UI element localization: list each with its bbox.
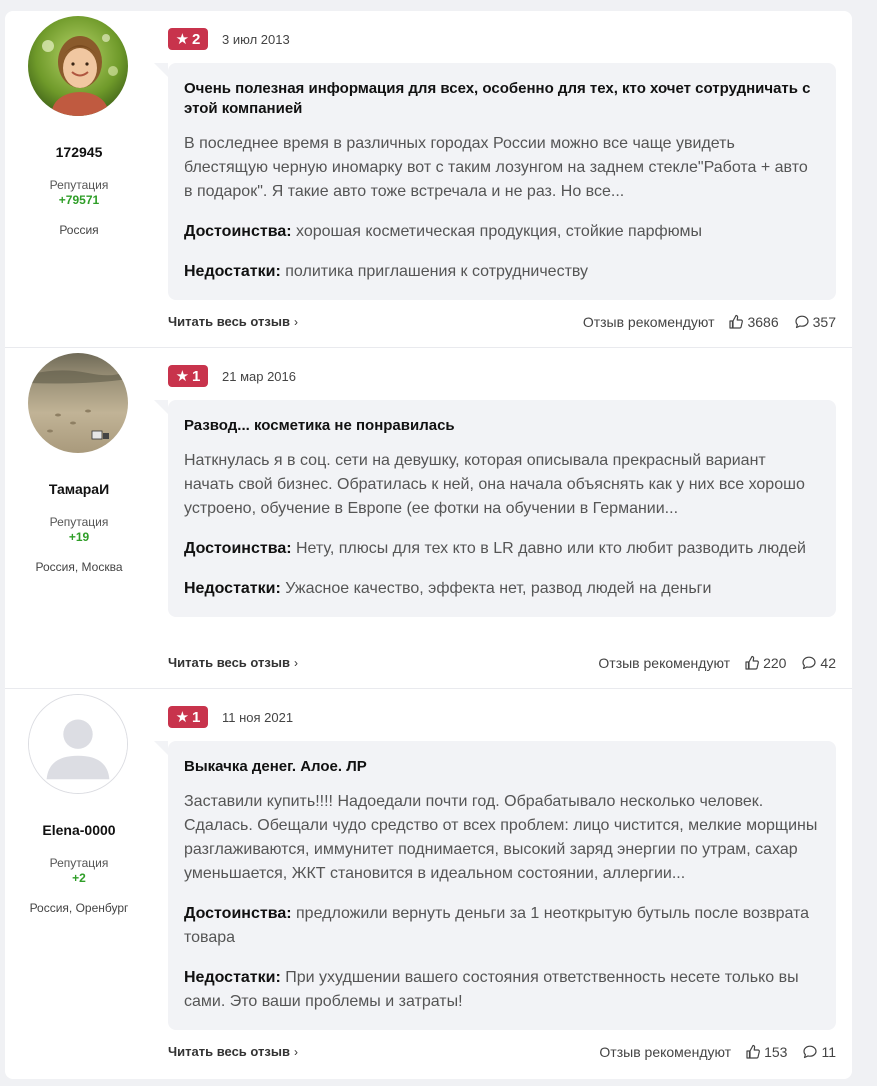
review-title[interactable]: Очень полезная информация для всех, особ… <box>184 79 820 119</box>
review-bubble[interactable]: Выкачка денег. Алое. ЛР Заставили купить… <box>154 741 836 1030</box>
chevron-right-icon: › <box>293 656 298 670</box>
author-avatar[interactable] <box>28 353 128 453</box>
comments-button[interactable]: 42 <box>801 655 836 671</box>
photo-girl-avatar <box>28 16 128 116</box>
reputation-value: +2 <box>72 871 86 885</box>
read-full-review-link[interactable]: Читать весь отзыв › <box>168 1044 298 1059</box>
review-stats: Отзыв рекомендуют 220 42 <box>598 655 836 671</box>
reputation-label: Репутация <box>49 856 109 870</box>
review-date: 3 июл 2013 <box>222 32 290 47</box>
cons-text: политика приглашения к сотрудничеству <box>285 263 589 280</box>
review-text: В последнее время в различных городах Ро… <box>184 135 808 200</box>
reputation-value: +79571 <box>58 193 100 207</box>
pros-text: хорошая косметическая продукция, стойкие… <box>296 223 702 240</box>
cons-label: Недостатки: <box>184 263 281 280</box>
likes-count: 3686 <box>747 314 779 330</box>
review-text: Заставили купить!!!! Надоедали почти год… <box>184 793 818 882</box>
recommend-label: Отзыв рекомендуют <box>599 1044 732 1060</box>
thumbs-up-icon <box>746 1044 761 1059</box>
read-full-review-link[interactable]: Читать весь отзыв › <box>168 655 298 670</box>
author-name[interactable]: 172945 <box>5 144 153 160</box>
review-cons: Недостатки: При ухудшении вашего состоян… <box>184 966 820 1014</box>
cons-label: Недостатки: <box>184 969 281 986</box>
comments-button[interactable]: 11 <box>802 1044 836 1060</box>
read-more-label: Читать весь отзыв <box>168 1044 290 1059</box>
photo-sand-avatar <box>28 353 128 453</box>
review-cons: Недостатки: Ужасное качество, эффекта не… <box>184 577 820 601</box>
review-title[interactable]: Развод... косметика не понравилась <box>184 416 820 436</box>
star-icon: ★ <box>175 708 190 726</box>
cons-text: Ужасное качество, эффекта нет, развод лю… <box>285 580 712 597</box>
pros-label: Достоинства: <box>184 905 292 922</box>
read-more-label: Читать весь отзыв <box>168 655 290 670</box>
author-location: Россия, Москва <box>35 560 123 574</box>
review-title[interactable]: Выкачка денег. Алое. ЛР <box>184 757 820 777</box>
star-icon: ★ <box>175 367 190 385</box>
review-stats: Отзыв рекомендуют 153 11 <box>599 1044 836 1060</box>
review-date: 11 ноя 2021 <box>222 710 294 725</box>
author-name[interactable]: Elena-0000 <box>5 822 153 838</box>
rating-badge: ★ 2 <box>168 28 208 50</box>
review-stats: Отзыв рекомендуют 3686 357 <box>583 314 836 330</box>
review-footer: Читать весь отзыв › Отзыв рекомендуют 220… <box>168 655 836 675</box>
chevron-right-icon: › <box>293 1045 298 1059</box>
like-button[interactable]: 153 <box>745 1044 787 1060</box>
pros-text: Нету, плюсы для тех кто в LR давно или к… <box>296 540 806 557</box>
review-card: Elena-0000 Репутация +2 Россия, Оренбург… <box>5 689 852 1079</box>
rating-badge: ★ 1 <box>168 365 208 387</box>
review-footer: Читать весь отзыв › Отзыв рекомендуют 368… <box>168 314 836 334</box>
default-user-avatar <box>29 695 127 793</box>
pros-label: Достоинства: <box>184 223 292 240</box>
read-more-label: Читать весь отзыв <box>168 314 290 329</box>
reviews-feed: 172945 Репутация +79571 Россия ★ 2 3 июл… <box>5 11 852 1079</box>
review-pros: Достоинства: предложили вернуть деньги з… <box>184 902 820 950</box>
chevron-right-icon: › <box>293 315 298 329</box>
reputation-label: Репутация <box>49 515 109 529</box>
author-name[interactable]: ТамараИ <box>5 481 153 497</box>
author-avatar[interactable] <box>28 694 128 794</box>
comments-count: 11 <box>821 1044 836 1060</box>
star-icon: ★ <box>175 30 190 48</box>
like-button[interactable]: 220 <box>744 655 786 671</box>
comments-count: 42 <box>820 655 836 671</box>
author-location: Россия, Оренбург <box>29 901 129 915</box>
review-card: 172945 Репутация +79571 Россия ★ 2 3 июл… <box>5 11 852 347</box>
pros-label: Достоинства: <box>184 540 292 557</box>
likes-count: 153 <box>764 1044 788 1060</box>
review-bubble[interactable]: Развод... косметика не понравилась Наткн… <box>154 400 836 617</box>
recommend-label: Отзыв рекомендуют <box>582 314 715 330</box>
likes-count: 220 <box>763 655 787 671</box>
like-button[interactable]: 3686 <box>728 314 779 330</box>
comments-count: 357 <box>812 314 836 330</box>
review-card: ТамараИ Репутация +19 Россия, Москва ★ 1… <box>5 348 852 689</box>
comments-button[interactable]: 357 <box>794 314 836 330</box>
cons-label: Недостатки: <box>184 580 281 597</box>
reputation-value: +19 <box>68 530 90 544</box>
review-footer: Читать весь отзыв › Отзыв рекомендуют 153… <box>168 1044 836 1064</box>
author-avatar[interactable] <box>28 16 128 116</box>
review-date: 21 мар 2016 <box>222 369 297 384</box>
rating-value: 2 <box>192 30 201 48</box>
thumbs-up-icon <box>745 655 759 670</box>
author-location: Россия <box>59 223 99 237</box>
reputation-label: Репутация <box>49 178 109 192</box>
rating-value: 1 <box>192 708 201 726</box>
review-pros: Достоинства: Нету, плюсы для тех кто в L… <box>184 537 820 561</box>
review-cons: Недостатки: политика приглашения к сотру… <box>184 260 820 284</box>
recommend-label: Отзыв рекомендуют <box>598 655 731 671</box>
review-bubble[interactable]: Очень полезная информация для всех, особ… <box>154 63 836 300</box>
thumbs-up-icon <box>729 314 744 329</box>
comment-icon <box>802 656 817 670</box>
comment-icon <box>795 315 809 329</box>
read-full-review-link[interactable]: Читать весь отзыв › <box>168 314 298 329</box>
rating-badge: ★ 1 <box>168 706 208 728</box>
rating-value: 1 <box>192 367 201 385</box>
comment-icon <box>803 1045 818 1059</box>
review-text: Наткнулась я в соц. сети на девушку, кот… <box>184 452 805 517</box>
review-pros: Достоинства: хорошая косметическая проду… <box>184 220 820 244</box>
